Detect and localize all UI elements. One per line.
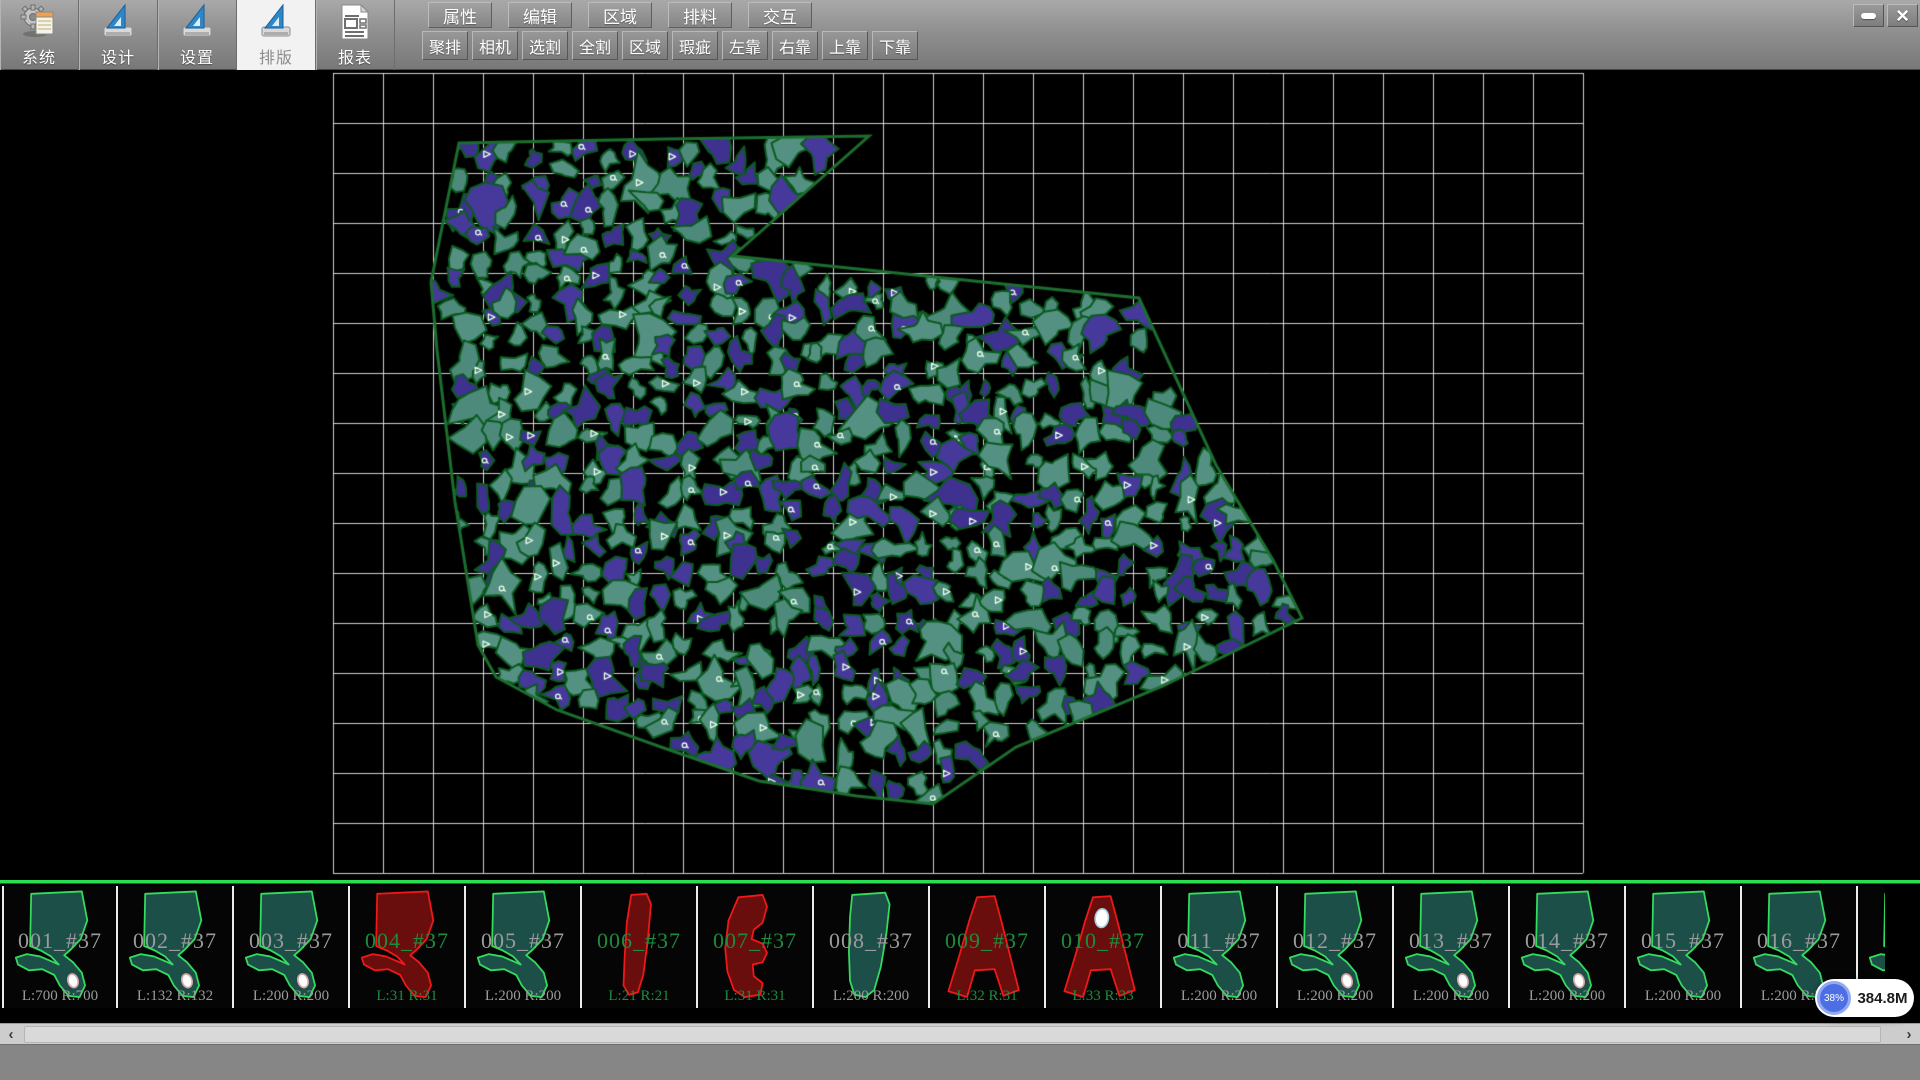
design-tool-icon xyxy=(256,2,296,42)
pattern-lr-count: L:31 R:31 xyxy=(698,988,812,1005)
pattern-lr-count: L:200 R:200 xyxy=(1394,988,1508,1005)
pattern-cell-013_#37[interactable]: 013_#37 L:200 R:200 xyxy=(1394,886,1510,1008)
scrollbar-track[interactable] xyxy=(22,1024,1898,1045)
pattern-lr-count: L:700 R:700 xyxy=(4,988,116,1005)
memory-badge[interactable]: 38% 384.8M xyxy=(1815,979,1914,1017)
pattern-cell-003_#37[interactable]: 003_#37 L:200 R:200 xyxy=(234,886,350,1008)
pattern-id: 001_#37 xyxy=(4,928,116,954)
tool-button-1[interactable]: 聚排 xyxy=(422,31,468,60)
pattern-lr-count: L:33 R:33 xyxy=(1046,988,1160,1005)
main-button-label: 报表 xyxy=(338,44,372,68)
gear-notepad-icon xyxy=(19,2,59,42)
pattern-id: 010_#37 xyxy=(1046,928,1160,954)
memory-value: 384.8M xyxy=(1851,990,1914,1007)
horizontal-scrollbar[interactable]: ‹ › xyxy=(0,1023,1920,1044)
window-controls: × xyxy=(1853,4,1918,27)
status-bar xyxy=(0,1044,1920,1080)
main-mode-buttons: 系统 设计 设置 排版 报表 xyxy=(0,0,395,70)
main-button-label: 设计 xyxy=(101,44,135,68)
tool-button-8[interactable]: 右靠 xyxy=(772,31,818,60)
pattern-cell-015_#37[interactable]: 015_#37 L:200 R:200 xyxy=(1626,886,1742,1008)
progress-circle: 38% xyxy=(1817,981,1851,1015)
pattern-lr-count: L:21 R:21 xyxy=(582,988,696,1005)
pattern-cell-008_#37[interactable]: 008_#37 L:200 R:200 xyxy=(814,886,930,1008)
tool-button-7[interactable]: 左靠 xyxy=(722,31,768,60)
pattern-cell-007_#37[interactable]: 007_#37 L:31 R:31 xyxy=(698,886,814,1008)
menu-tab-1[interactable]: 属性 xyxy=(428,2,492,28)
minimize-icon xyxy=(1861,13,1876,19)
pattern-cell-009_#37[interactable]: 009_#37 L:32 R:31 xyxy=(930,886,1046,1008)
pattern-cell-002_#37[interactable]: 002_#37 L:132 R:132 xyxy=(118,886,234,1008)
scrollbar-thumb[interactable] xyxy=(24,1026,1881,1043)
pattern-id: 014_#37 xyxy=(1510,928,1624,954)
menu-tab-row: 属性编辑区域排料交互 xyxy=(428,2,828,29)
main-button-label: 系统 xyxy=(22,44,56,68)
pattern-lr-count: L:132 R:132 xyxy=(118,988,232,1005)
pattern-cell-014_#37[interactable]: 014_#37 L:200 R:200 xyxy=(1510,886,1626,1008)
menu-tab-5[interactable]: 交互 xyxy=(748,2,812,28)
tool-button-3[interactable]: 选割 xyxy=(522,31,568,60)
app-window: 系统设计设置排版报表 属性编辑区域排料交互 聚排相机选割全割区域瑕疵左靠右靠上靠… xyxy=(0,0,1920,1080)
pattern-id: 015_#37 xyxy=(1626,928,1740,954)
pattern-lr-count: L:200 R:200 xyxy=(1510,988,1624,1005)
pattern-id: 006_#37 xyxy=(582,928,696,954)
tool-button-5[interactable]: 区域 xyxy=(622,31,668,60)
design-tool-icon xyxy=(177,2,217,42)
tool-button-4[interactable]: 全割 xyxy=(572,31,618,60)
pattern-cell-005_#37[interactable]: 005_#37 L:200 R:200 xyxy=(466,886,582,1008)
tool-button-2[interactable]: 相机 xyxy=(472,31,518,60)
main-button-system[interactable]: 系统 xyxy=(0,0,79,70)
pattern-id: 009_#37 xyxy=(930,928,1044,954)
pattern-cell-010_#37[interactable]: 010_#37 L:33 R:33 xyxy=(1046,886,1162,1008)
pattern-lr-count: L:200 R:200 xyxy=(1162,988,1276,1005)
report-icon xyxy=(335,2,375,42)
pattern-id: 016_#37 xyxy=(1742,928,1856,954)
pattern-lr-count: L:200 R:200 xyxy=(1278,988,1392,1005)
pattern-id: 011_#37 xyxy=(1162,928,1276,954)
menu-tab-2[interactable]: 编辑 xyxy=(508,2,572,28)
pattern-id: 004_#37 xyxy=(350,928,464,954)
pattern-cell-006_#37[interactable]: 006_#37 L:21 R:21 xyxy=(582,886,698,1008)
pattern-lr-count: L:200 R:200 xyxy=(814,988,928,1005)
tool-button-row: 聚排相机选割全割区域瑕疵左靠右靠上靠下靠 xyxy=(422,31,922,61)
pattern-lr-count: L:200 R:200 xyxy=(234,988,348,1005)
tool-button-10[interactable]: 下靠 xyxy=(872,31,918,60)
pattern-cells: 001_#37L:700 R:700002_#37L:132 R:132003_… xyxy=(2,886,1885,1008)
pattern-id: 008_#37 xyxy=(814,928,928,954)
tool-button-6[interactable]: 瑕疵 xyxy=(672,31,718,60)
main-button-layout[interactable]: 排版 xyxy=(237,0,316,70)
scroll-left-arrow[interactable]: ‹ xyxy=(0,1024,22,1045)
pattern-id: 002_#37 xyxy=(118,928,232,954)
pattern-id: 007_#37 xyxy=(698,928,812,954)
main-button-report[interactable]: 报表 xyxy=(316,0,395,70)
pattern-lr-count: L:200 R:200 xyxy=(466,988,580,1005)
scroll-right-arrow[interactable]: › xyxy=(1898,1024,1920,1045)
pattern-id: 012_#37 xyxy=(1278,928,1392,954)
main-button-settings[interactable]: 设置 xyxy=(158,0,237,70)
main-button-label: 排版 xyxy=(259,44,293,68)
pattern-cell-004_#37[interactable]: 004_#37 L:31 R:31 xyxy=(350,886,466,1008)
pattern-lr-count: L:31 R:31 xyxy=(350,988,464,1005)
pattern-cell-001_#37[interactable]: 001_#37 L:700 R:700 xyxy=(2,886,118,1008)
pattern-cell-012_#37[interactable]: 012_#37 L:200 R:200 xyxy=(1278,886,1394,1008)
close-button[interactable]: × xyxy=(1887,4,1918,27)
close-icon: × xyxy=(1896,6,1909,26)
pattern-lr-count: L:32 R:31 xyxy=(930,988,1044,1005)
design-tool-icon xyxy=(98,2,138,42)
menu-tab-3[interactable]: 区域 xyxy=(588,2,652,28)
ribbon: 系统设计设置排版报表 属性编辑区域排料交互 聚排相机选割全割区域瑕疵左靠右靠上靠… xyxy=(0,0,1920,70)
pattern-id: 003_#37 xyxy=(234,928,348,954)
pattern-id: 013_#37 xyxy=(1394,928,1508,954)
pattern-cell-011_#37[interactable]: 011_#37 L:200 R:200 xyxy=(1162,886,1278,1008)
minimize-button[interactable] xyxy=(1853,4,1884,27)
pattern-lr-count: L:200 R:200 xyxy=(1626,988,1740,1005)
main-button-label: 设置 xyxy=(180,44,214,68)
main-button-design[interactable]: 设计 xyxy=(79,0,158,70)
pattern-strip: 001_#37L:700 R:700002_#37L:132 R:132003_… xyxy=(0,880,1920,1014)
pattern-id: 005_#37 xyxy=(466,928,580,954)
tool-button-9[interactable]: 上靠 xyxy=(822,31,868,60)
menu-tab-4[interactable]: 排料 xyxy=(668,2,732,28)
